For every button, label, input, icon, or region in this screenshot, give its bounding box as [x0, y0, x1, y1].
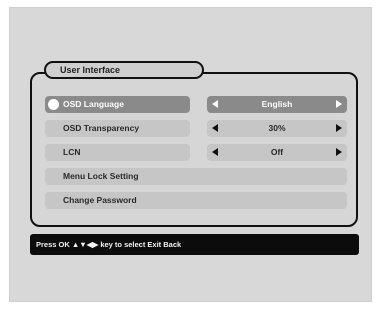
help-text: Press OK ▲▼◀▶ key to select Exit Back: [36, 240, 182, 249]
osd-transparency-label: OSD Transparency: [63, 123, 140, 133]
osd-language-item[interactable]: OSD Language: [45, 96, 190, 113]
osd-transparency-value-text: 30%: [268, 123, 286, 133]
menu-lock-setting-label: Menu Lock Setting: [63, 171, 139, 181]
arrow-right-icon[interactable]: [336, 100, 342, 108]
arrow-left-icon[interactable]: [212, 148, 218, 156]
menu-lock-setting-item[interactable]: Menu Lock Setting: [45, 168, 347, 185]
lcn-value-text: Off: [270, 147, 284, 157]
change-password-item[interactable]: Change Password: [45, 192, 347, 209]
arrow-right-icon[interactable]: [336, 124, 342, 132]
osd-language-value[interactable]: English: [207, 96, 347, 113]
change-password-label: Change Password: [63, 195, 137, 205]
arrow-right-icon[interactable]: [336, 148, 342, 156]
osd-transparency-value[interactable]: 30%: [207, 120, 347, 137]
selection-indicator-icon: [48, 99, 59, 110]
arrow-left-icon[interactable]: [212, 124, 218, 132]
lcn-item[interactable]: LCN: [45, 144, 190, 161]
osd-language-label: OSD Language: [63, 99, 124, 109]
lcn-value[interactable]: Off: [207, 144, 347, 161]
dialog-title: User Interface: [44, 61, 204, 79]
help-bar: Press OK ▲▼◀▶ key to select Exit Back: [30, 234, 359, 255]
lcn-label: LCN: [63, 147, 81, 157]
arrow-left-icon[interactable]: [212, 100, 218, 108]
osd-language-value-text: English: [261, 99, 293, 109]
osd-transparency-item[interactable]: OSD Transparency: [45, 120, 190, 137]
